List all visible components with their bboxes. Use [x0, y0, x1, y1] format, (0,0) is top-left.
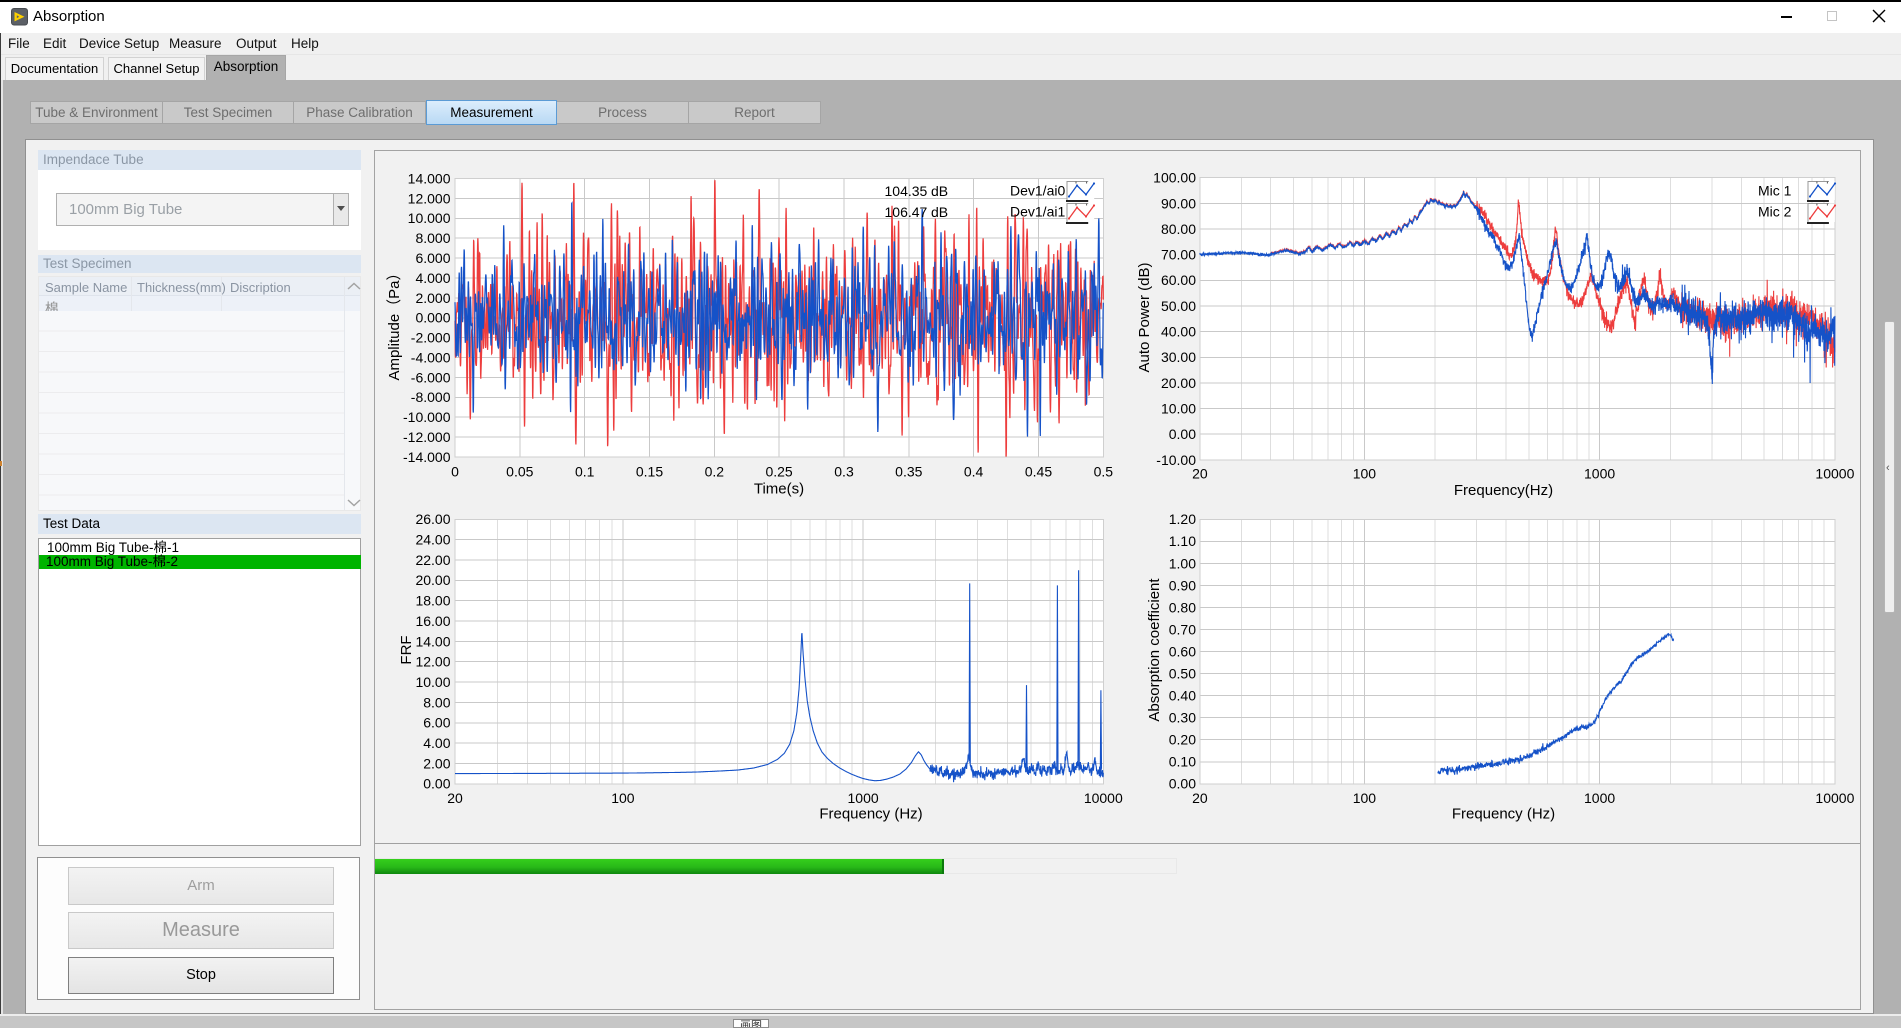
svg-text:Dev1/ai0: Dev1/ai0: [1010, 183, 1065, 199]
svg-text:0.3: 0.3: [834, 464, 854, 480]
svg-text:Mic 1: Mic 1: [1758, 183, 1792, 199]
svg-text:16.00: 16.00: [415, 613, 450, 629]
svg-text:Frequency (Hz): Frequency (Hz): [1452, 806, 1555, 823]
svg-text:70.00: 70.00: [1161, 247, 1196, 263]
svg-text:4.00: 4.00: [423, 735, 450, 751]
svg-text:2.000: 2.000: [415, 290, 450, 306]
svg-text:6.00: 6.00: [423, 715, 450, 731]
svg-text:Time(s): Time(s): [754, 481, 804, 498]
svg-text:0.00: 0.00: [1169, 426, 1196, 442]
svg-text:2.00: 2.00: [423, 755, 450, 771]
svg-text:4.000: 4.000: [415, 270, 450, 286]
svg-text:-10.00: -10.00: [1156, 452, 1196, 468]
svg-text:50.00: 50.00: [1161, 298, 1196, 314]
svg-text:0.35: 0.35: [895, 464, 922, 480]
svg-text:20.00: 20.00: [415, 572, 450, 588]
svg-text:0.4: 0.4: [964, 464, 984, 480]
svg-text:-2.000: -2.000: [411, 330, 451, 346]
svg-text:14.00: 14.00: [415, 633, 450, 649]
svg-text:-4.000: -4.000: [411, 349, 451, 365]
svg-text:-6.000: -6.000: [411, 369, 451, 385]
svg-text:20: 20: [1192, 466, 1208, 482]
svg-text:dB: dB: [931, 183, 948, 199]
svg-text:8.00: 8.00: [423, 694, 450, 710]
svg-text:FRF: FRF: [398, 635, 415, 664]
svg-text:100.00: 100.00: [1153, 170, 1196, 186]
svg-text:10.000: 10.000: [408, 210, 451, 226]
svg-text:0.45: 0.45: [1025, 464, 1052, 480]
svg-text:-12.000: -12.000: [403, 429, 451, 445]
svg-text:0.20: 0.20: [1169, 732, 1196, 748]
svg-text:8.000: 8.000: [415, 230, 450, 246]
svg-text:12.000: 12.000: [408, 190, 451, 206]
svg-text:0.90: 0.90: [1169, 577, 1196, 593]
svg-text:0.60: 0.60: [1169, 643, 1196, 659]
svg-text:104.35: 104.35: [885, 183, 928, 199]
svg-text:dB: dB: [931, 204, 948, 220]
svg-text:0.1: 0.1: [575, 464, 595, 480]
svg-text:60.00: 60.00: [1161, 272, 1196, 288]
svg-text:0: 0: [451, 464, 459, 480]
svg-text:-8.000: -8.000: [411, 389, 451, 405]
svg-text:80.00: 80.00: [1161, 221, 1196, 237]
svg-text:26.00: 26.00: [415, 511, 450, 527]
svg-text:1.20: 1.20: [1169, 511, 1196, 527]
svg-text:-14.000: -14.000: [403, 449, 451, 465]
svg-text:10000: 10000: [1815, 790, 1854, 806]
svg-text:90.00: 90.00: [1161, 195, 1196, 211]
svg-text:14.000: 14.000: [408, 170, 451, 186]
svg-text:0.70: 0.70: [1169, 621, 1196, 637]
svg-text:0.25: 0.25: [765, 464, 792, 480]
svg-text:1000: 1000: [848, 790, 879, 806]
svg-text:1000: 1000: [1584, 790, 1615, 806]
svg-text:18.00: 18.00: [415, 593, 450, 609]
svg-text:20: 20: [1192, 790, 1208, 806]
svg-text:0.2: 0.2: [705, 464, 725, 480]
svg-text:30.00: 30.00: [1161, 349, 1196, 365]
svg-text:10.00: 10.00: [1161, 401, 1196, 417]
svg-text:0.05: 0.05: [506, 464, 533, 480]
svg-text:Dev1/ai1: Dev1/ai1: [1010, 204, 1065, 220]
svg-text:0.000: 0.000: [415, 310, 450, 326]
svg-text:6.000: 6.000: [415, 250, 450, 266]
svg-text:0.50: 0.50: [1169, 666, 1196, 682]
svg-text:0.40: 0.40: [1169, 688, 1196, 704]
svg-text:22.00: 22.00: [415, 552, 450, 568]
svg-text:0.15: 0.15: [636, 464, 663, 480]
svg-text:40.00: 40.00: [1161, 324, 1196, 340]
svg-text:100: 100: [1353, 790, 1377, 806]
svg-text:24.00: 24.00: [415, 532, 450, 548]
svg-text:12.00: 12.00: [415, 654, 450, 670]
svg-text:Absorption coefficient: Absorption coefficient: [1146, 578, 1163, 722]
svg-text:Amplitude（Pa）: Amplitude（Pa）: [386, 265, 403, 380]
svg-text:20.00: 20.00: [1161, 375, 1196, 391]
svg-text:-10.000: -10.000: [403, 409, 451, 425]
svg-text:0.10: 0.10: [1169, 754, 1196, 770]
svg-text:0.30: 0.30: [1169, 710, 1196, 726]
svg-text:10000: 10000: [1084, 790, 1123, 806]
svg-text:Frequency (Hz): Frequency (Hz): [819, 806, 922, 823]
svg-text:Frequency(Hz): Frequency(Hz): [1454, 482, 1553, 499]
svg-text:106.47: 106.47: [885, 204, 928, 220]
svg-text:0.5: 0.5: [1094, 464, 1114, 480]
svg-text:20: 20: [447, 790, 463, 806]
svg-text:100: 100: [611, 790, 635, 806]
svg-text:1.00: 1.00: [1169, 555, 1196, 571]
svg-text:Auto Power (dB): Auto Power (dB): [1136, 262, 1153, 372]
svg-text:Mic 2: Mic 2: [1758, 204, 1792, 220]
svg-text:100: 100: [1353, 466, 1377, 482]
svg-text:10.00: 10.00: [415, 674, 450, 690]
svg-text:1000: 1000: [1584, 466, 1615, 482]
svg-text:10000: 10000: [1815, 466, 1854, 482]
svg-text:0.80: 0.80: [1169, 599, 1196, 615]
svg-text:1.10: 1.10: [1169, 533, 1196, 549]
